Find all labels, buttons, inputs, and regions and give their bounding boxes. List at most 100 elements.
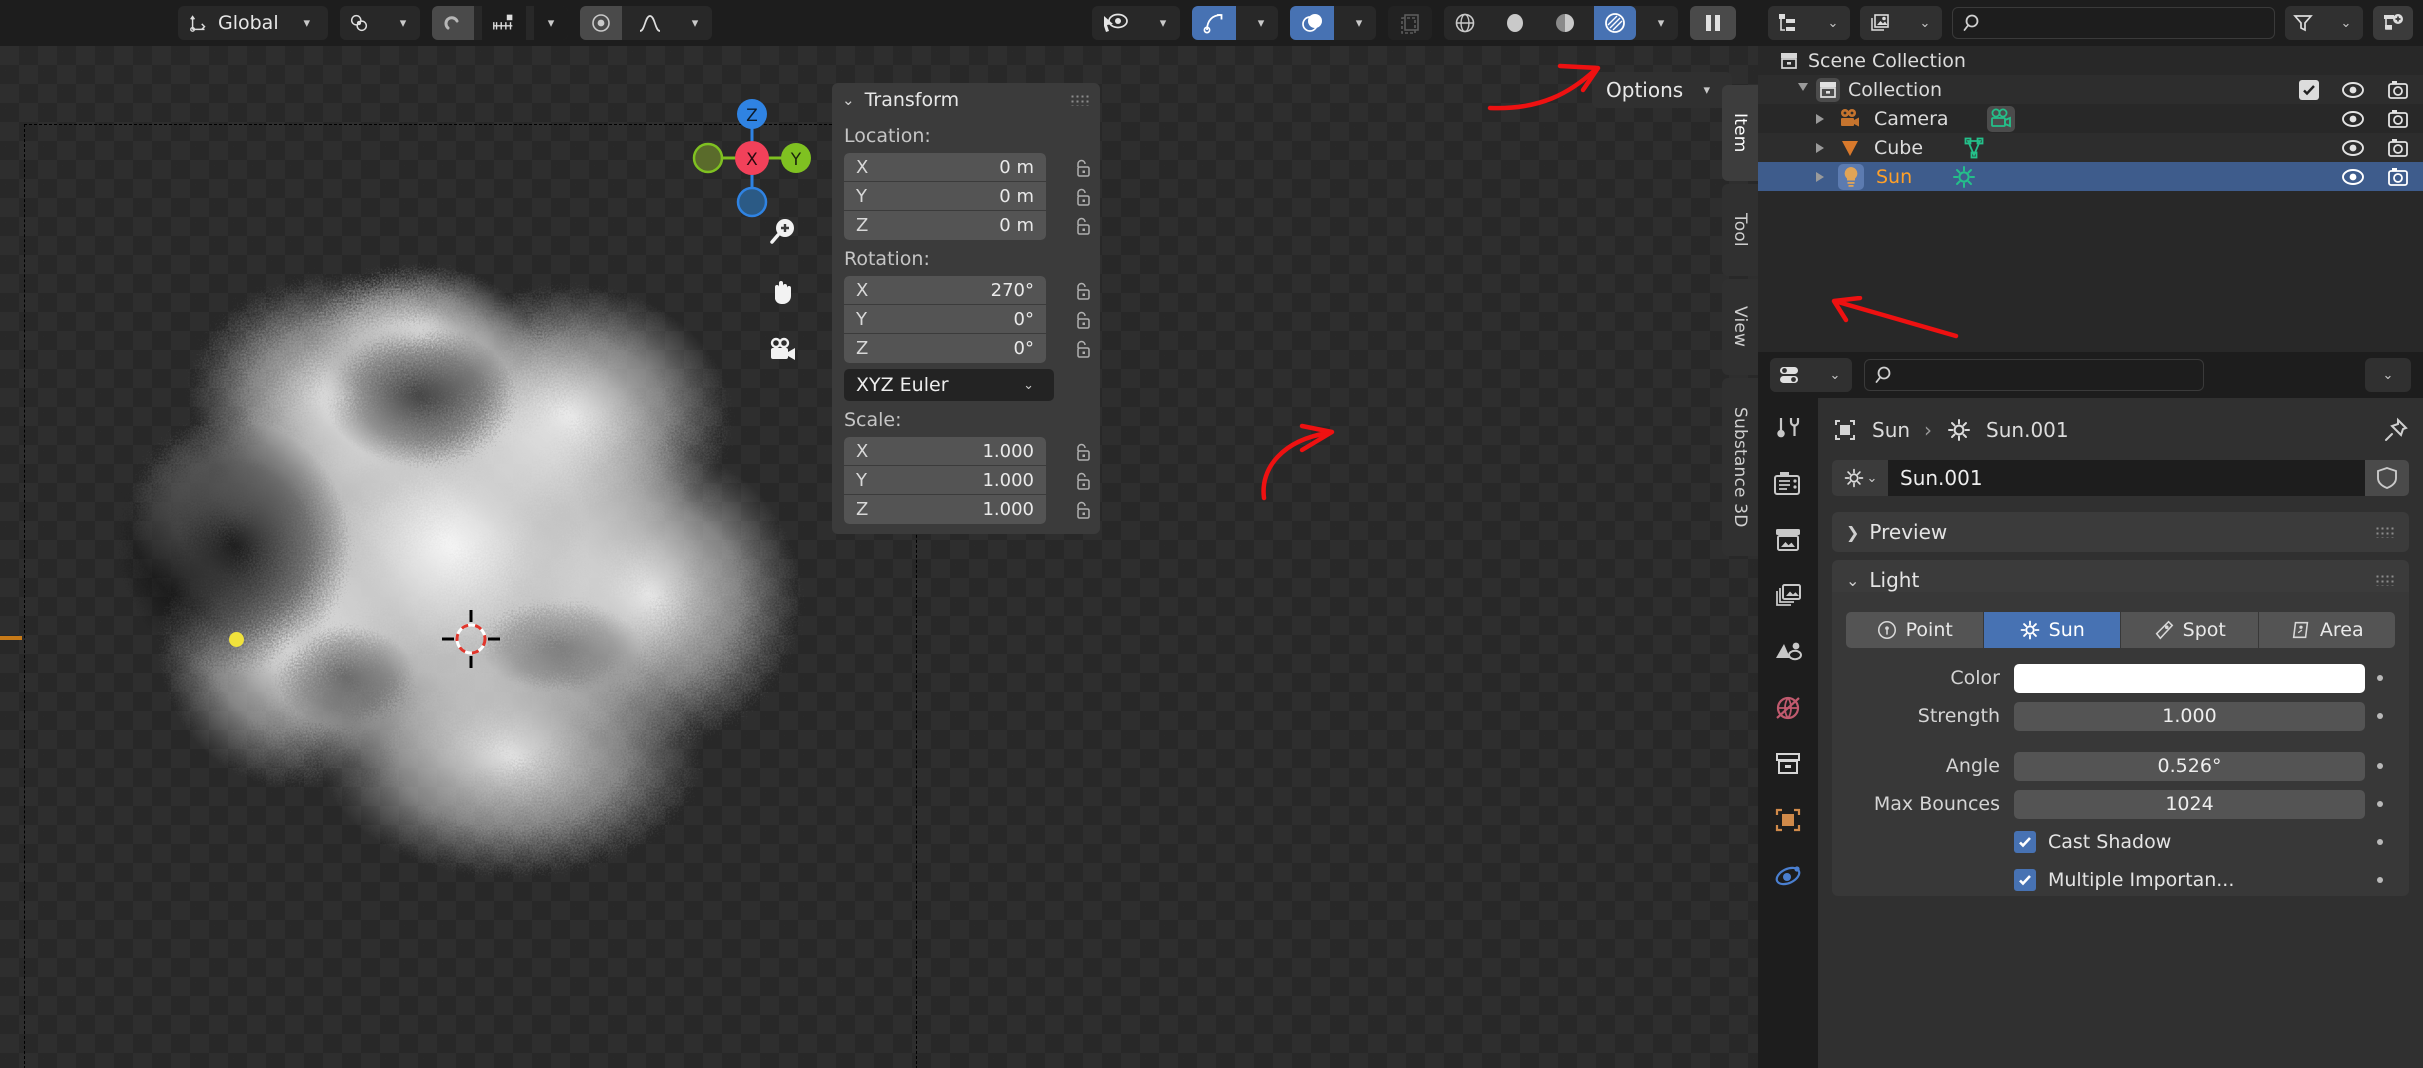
shading-mode-group[interactable]: ▾ [1444, 6, 1678, 40]
scene-properties-tab[interactable] [1773, 638, 1803, 670]
object-icon[interactable] [1832, 417, 1858, 443]
datablock-type-dropdown[interactable]: ⌄ [1832, 460, 1888, 496]
pin-icon[interactable] [2383, 417, 2409, 443]
location-z-field[interactable]: Z 0 m [844, 211, 1046, 240]
outliner-search-input[interactable] [1952, 7, 2275, 39]
light-data-properties-tab[interactable] [1773, 862, 1803, 894]
light-strength-field[interactable]: 1.000 [2014, 702, 2365, 731]
new-collection-icon[interactable] [2373, 6, 2413, 40]
lock-scale-y-button[interactable] [1066, 466, 1100, 495]
outliner-row-sun[interactable]: Sun [1758, 162, 2423, 191]
overlays-icon[interactable] [1290, 6, 1334, 40]
datablock-name-input[interactable]: Sun.001 [1888, 460, 2365, 496]
preview-panel-header[interactable]: ❯ Preview [1832, 512, 2409, 552]
breadcrumb-data-name[interactable]: Sun.001 [1986, 418, 2069, 442]
properties-options-chevron[interactable]: ⌄ [2365, 358, 2411, 392]
lock-rotation-z-button[interactable] [1066, 334, 1100, 363]
world-properties-tab[interactable] [1773, 694, 1803, 726]
cast-shadow-checkbox[interactable] [2014, 831, 2036, 853]
overlays-chevron-icon[interactable]: ▾ [1342, 6, 1376, 40]
view-layer-properties-tab[interactable] [1773, 582, 1803, 614]
camera-render-icon[interactable] [2387, 108, 2409, 130]
proportional-edit-group[interactable]: ▾ [580, 6, 712, 40]
rotation-x-field[interactable]: X 270° [844, 276, 1046, 305]
output-properties-tab[interactable] [1773, 526, 1803, 558]
tool-properties-tab[interactable] [1773, 412, 1803, 446]
eye-icon[interactable] [2341, 109, 2365, 129]
scale-x-field[interactable]: X 1.000 [844, 437, 1046, 466]
expander-triangle-right-icon[interactable] [1816, 114, 1824, 124]
outliner-filter-dropdown[interactable]: ⌄ [2285, 6, 2363, 40]
shading-chevron-icon[interactable]: ▾ [1644, 6, 1678, 40]
lock-location-x-button[interactable] [1066, 153, 1100, 182]
drag-grip-icon[interactable] [2375, 574, 2395, 586]
properties-editor-type-dropdown[interactable]: ⌄ [1770, 358, 1852, 392]
breadcrumb-object-name[interactable]: Sun [1872, 418, 1910, 442]
snap-magnet-icon[interactable] [432, 6, 474, 40]
pause-render-icon[interactable] [1690, 6, 1736, 40]
camera-render-icon[interactable] [2387, 137, 2409, 159]
cast-shadow-animate-dot[interactable] [2365, 839, 2395, 845]
light-type-area-button[interactable]: Area [2259, 612, 2396, 648]
pause-render-button[interactable] [1690, 6, 1736, 40]
lock-scale-z-button[interactable] [1066, 495, 1100, 524]
outliner-row-camera[interactable]: Camera [1758, 104, 2423, 133]
xray-toggle[interactable] [1388, 6, 1432, 40]
expander-triangle-right-icon[interactable] [1816, 143, 1824, 153]
zoom-icon[interactable] [760, 208, 806, 254]
snap-chevron-icon[interactable]: ▾ [534, 6, 568, 40]
light-max-bounces-field[interactable]: 1024 [2014, 790, 2365, 819]
rotation-z-field[interactable]: Z 0° [844, 334, 1046, 363]
expander-triangle-down-icon[interactable] [1798, 83, 1808, 96]
object-properties-tab[interactable] [1773, 806, 1803, 838]
collection-checkbox[interactable] [2299, 80, 2319, 100]
collection-properties-tab[interactable] [1773, 750, 1803, 782]
proportional-edit-icon[interactable] [580, 6, 622, 40]
transform-orientation-dropdown[interactable]: Global ▾ [178, 6, 328, 40]
eye-icon[interactable] [2341, 138, 2365, 158]
options-dropdown-button[interactable]: Options ▾ [1592, 72, 1732, 108]
visibility-chevron-icon[interactable]: ▾ [1146, 6, 1180, 40]
eye-icon[interactable] [2341, 167, 2365, 187]
camera-view-icon[interactable] [760, 328, 806, 374]
eye-icon[interactable] [2341, 80, 2365, 100]
gizmo-chevron-icon[interactable]: ▾ [1244, 6, 1278, 40]
id-type-filter-dropdown[interactable]: ⌄ [1860, 6, 1942, 40]
lock-scale-x-button[interactable] [1066, 437, 1100, 466]
outliner-display-mode-dropdown[interactable]: ⌄ [1768, 6, 1850, 40]
multiple-importance-checkbox[interactable] [2014, 869, 2036, 891]
snapping-group[interactable]: ▾ [432, 6, 568, 40]
expander-triangle-right-icon[interactable] [1816, 172, 1824, 182]
lock-rotation-x-button[interactable] [1066, 276, 1100, 305]
pivot-chevron-icon[interactable]: ▾ [386, 6, 420, 40]
fake-user-shield-icon[interactable] [2365, 460, 2409, 496]
rotation-y-field[interactable]: Y 0° [844, 305, 1046, 334]
max-bounces-animate-dot[interactable] [2365, 801, 2395, 807]
light-type-sun-button[interactable]: Sun [1984, 612, 2122, 648]
sun-light-gizmo[interactable] [229, 632, 244, 647]
shading-wireframe-icon[interactable] [1444, 6, 1486, 40]
properties-search-input[interactable] [1864, 359, 2204, 391]
light-color-swatch[interactable] [2014, 664, 2365, 693]
gizmo-icon[interactable] [1192, 6, 1236, 40]
sidebar-tab-view[interactable]: View [1722, 279, 1758, 375]
viewport-axis-gizmo[interactable]: Z Y X [690, 96, 814, 220]
render-properties-tab[interactable] [1773, 470, 1803, 502]
sidebar-tab-item[interactable]: Item [1722, 85, 1758, 181]
shading-solid-icon[interactable] [1494, 6, 1536, 40]
multiple-importance-animate-dot[interactable] [2365, 877, 2395, 883]
light-angle-field[interactable]: 0.526° [2014, 752, 2365, 781]
proportional-falloff-icon[interactable] [630, 6, 670, 40]
object-visibility-icon[interactable] [1092, 6, 1138, 40]
overlays-group[interactable]: ▾ [1290, 6, 1376, 40]
color-animate-dot[interactable] [2365, 675, 2395, 681]
light-type-spot-button[interactable]: Spot [2121, 612, 2259, 648]
outliner-row-scene-collection[interactable]: Scene Collection [1758, 46, 2423, 75]
drag-grip-icon[interactable] [1070, 94, 1090, 106]
lock-location-y-button[interactable] [1066, 182, 1100, 211]
location-y-field[interactable]: Y 0 m [844, 182, 1046, 211]
location-x-field[interactable]: X 0 m [844, 153, 1046, 182]
camera-render-icon[interactable] [2387, 79, 2409, 101]
camera-render-icon[interactable] [2387, 166, 2409, 188]
strength-animate-dot[interactable] [2365, 713, 2395, 719]
